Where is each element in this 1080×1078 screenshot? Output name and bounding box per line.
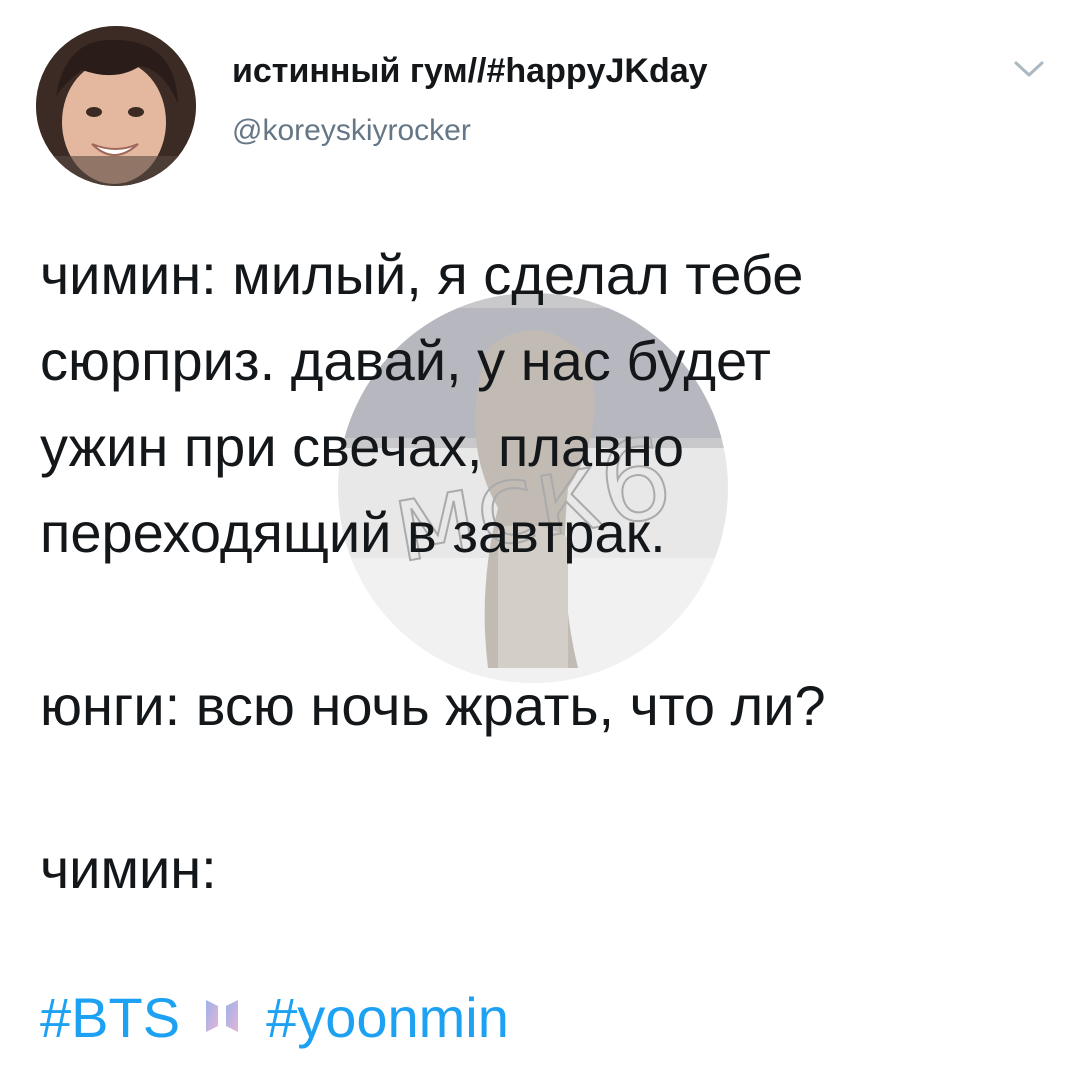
user-avatar[interactable] [36, 26, 196, 186]
tweet-line: чимин: [40, 837, 217, 900]
tweet-line: юнги: всю ночь жрать, что ли? [40, 674, 826, 737]
tweet-line: ужин при свечах, плавно [40, 415, 684, 478]
hashtag-bts[interactable]: #BTS [40, 986, 180, 1049]
tweet-line: переходящий в завтрак. [40, 501, 666, 564]
display-name[interactable]: истинный гум//#happyJKday [232, 52, 708, 91]
hashtag-yoonmin[interactable]: #yoonmin [266, 986, 509, 1049]
bts-logo-icon [206, 1000, 239, 1033]
user-handle[interactable]: @koreyskiyrocker [232, 114, 471, 148]
tweet-line: чимин: милый, я сделал тебе [40, 243, 804, 306]
chevron-down-icon[interactable] [1012, 58, 1046, 80]
tweet-card: истинный гум//#happyJKday @koreyskiyrock… [0, 0, 1080, 1078]
tweet-line: сюрприз. давай, у нас будет [40, 329, 771, 392]
avatar-photo-icon [36, 26, 196, 186]
hashtag-row: #BTS #yoonmin [40, 980, 509, 1056]
